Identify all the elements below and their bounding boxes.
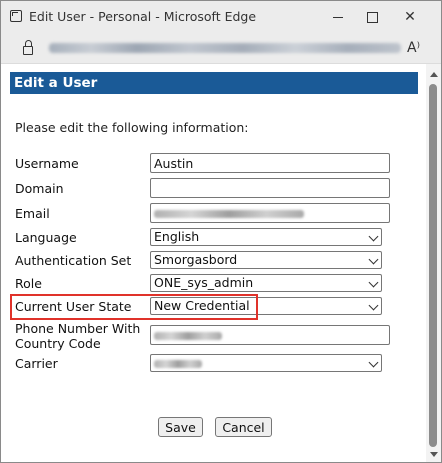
carrier-value-redacted — [154, 359, 202, 368]
page-content: Edit a User Please edit the following in… — [1, 63, 441, 462]
chevron-down-icon — [368, 357, 379, 368]
window-title: Edit User - Personal - Microsoft Edge — [29, 9, 257, 24]
domain-input[interactable] — [150, 178, 390, 198]
scroll-up-icon[interactable] — [430, 72, 438, 77]
save-button[interactable]: Save — [158, 417, 203, 437]
vertical-scrollbar[interactable] — [426, 64, 441, 462]
email-value-redacted — [154, 209, 304, 218]
username-input[interactable] — [150, 153, 390, 173]
read-aloud-icon[interactable]: A⁾ — [407, 40, 420, 56]
authentication-set-label: Authentication Set — [15, 253, 132, 268]
scroll-down-icon[interactable] — [430, 452, 438, 457]
browser-window: Edit User - Personal - Microsoft Edge ✕ … — [0, 0, 442, 463]
chevron-down-icon — [368, 300, 379, 311]
role-select[interactable]: ONE_sys_admin — [150, 274, 382, 292]
phone-number-label-line1: Phone Number With — [15, 321, 141, 336]
phone-value-redacted — [154, 331, 222, 340]
language-label: Language — [15, 230, 77, 245]
username-label: Username — [15, 156, 79, 171]
chevron-down-icon — [368, 254, 379, 265]
language-value: English — [154, 229, 200, 244]
language-select[interactable]: English — [150, 228, 382, 246]
scrollbar-thumb[interactable] — [429, 84, 437, 447]
authentication-set-select[interactable]: Smorgasbord — [150, 251, 382, 269]
phone-number-label-line2: Country Code — [15, 336, 101, 351]
role-label: Role — [15, 276, 42, 291]
carrier-select[interactable] — [150, 354, 382, 372]
email-label: Email — [15, 206, 50, 221]
authentication-set-value: Smorgasbord — [154, 252, 238, 267]
close-icon[interactable]: ✕ — [395, 7, 425, 27]
url-text-redacted[interactable] — [49, 43, 401, 53]
minimize-icon[interactable] — [323, 7, 353, 27]
highlight-box — [10, 294, 258, 320]
phone-number-label: Phone Number With Country Code — [15, 321, 140, 351]
edge-window-icon — [10, 10, 22, 22]
chevron-down-icon — [368, 231, 379, 242]
title-bar: Edit User - Personal - Microsoft Edge ✕ — [1, 1, 441, 33]
maximize-icon[interactable] — [357, 7, 387, 27]
cancel-button[interactable]: Cancel — [215, 417, 272, 437]
address-bar[interactable]: A⁾ — [1, 33, 441, 63]
lock-icon[interactable] — [23, 40, 33, 55]
domain-label: Domain — [15, 181, 64, 196]
role-value: ONE_sys_admin — [154, 275, 254, 290]
chevron-down-icon — [368, 277, 379, 288]
email-input[interactable] — [150, 203, 390, 223]
phone-number-input[interactable] — [150, 325, 390, 345]
carrier-label: Carrier — [15, 356, 58, 371]
page-title: Edit a User — [10, 72, 418, 94]
instructions-text: Please edit the following information: — [15, 120, 249, 135]
